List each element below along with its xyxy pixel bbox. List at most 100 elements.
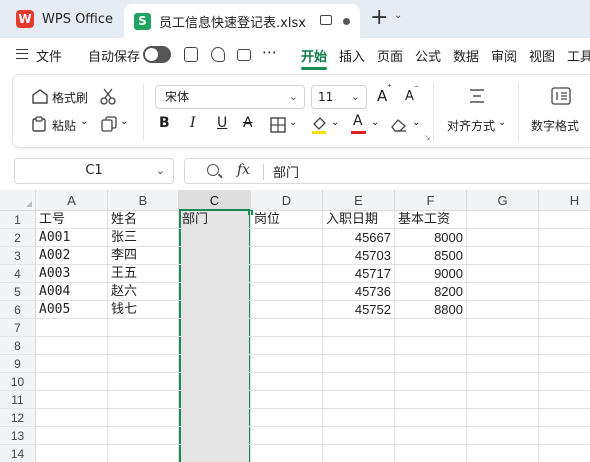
- row-header[interactable]: 14: [0, 445, 36, 462]
- table-cell[interactable]: [539, 319, 590, 337]
- tab-home[interactable]: 开始: [301, 46, 327, 65]
- window-mode-icon[interactable]: [320, 15, 332, 25]
- table-cell[interactable]: [539, 337, 590, 355]
- table-cell[interactable]: A005: [36, 301, 108, 319]
- copy-icon[interactable]: [101, 116, 117, 132]
- font-color-chevron-icon[interactable]: ⌄: [371, 117, 379, 128]
- new-tab-chevron-icon[interactable]: ⌄: [394, 10, 402, 21]
- table-cell[interactable]: [251, 373, 323, 391]
- print-icon[interactable]: [237, 49, 251, 61]
- formula-input[interactable]: fx 部门: [184, 158, 590, 184]
- new-tab-button[interactable]: +: [370, 6, 388, 30]
- row-header[interactable]: 12: [0, 409, 36, 427]
- spreadsheet-grid[interactable]: A B C D E F G H 1 2 3 4 5 6 7 8 9 10 11 12 13 14 工号 姓名…: [0, 190, 590, 462]
- menu-file[interactable]: 文件: [36, 46, 62, 65]
- align-icon[interactable]: [468, 87, 486, 105]
- table-cell[interactable]: [36, 445, 108, 462]
- align-chevron-icon[interactable]: ⌄: [498, 117, 506, 128]
- table-cell[interactable]: [179, 373, 251, 391]
- table-cell[interactable]: 李四: [108, 247, 179, 265]
- column-header-b[interactable]: B: [108, 190, 179, 211]
- number-format-button[interactable]: 数字格式: [531, 117, 579, 134]
- table-cell[interactable]: [539, 445, 590, 462]
- table-cell[interactable]: [467, 229, 539, 247]
- table-cell[interactable]: 8800: [395, 301, 467, 319]
- table-cell[interactable]: [395, 391, 467, 409]
- table-cell[interactable]: [467, 283, 539, 301]
- table-cell[interactable]: [108, 409, 179, 427]
- column-header-h[interactable]: H: [539, 190, 590, 211]
- align-button[interactable]: 对齐方式: [447, 117, 495, 134]
- table-cell[interactable]: 9000: [395, 265, 467, 283]
- table-cell[interactable]: 8000: [395, 229, 467, 247]
- table-cell[interactable]: [467, 391, 539, 409]
- table-cell[interactable]: 王五: [108, 265, 179, 283]
- strikethrough-button[interactable]: A: [243, 115, 253, 131]
- row-header[interactable]: 9: [0, 355, 36, 373]
- table-cell[interactable]: [179, 301, 251, 319]
- row-header[interactable]: 13: [0, 427, 36, 445]
- table-cell[interactable]: [251, 355, 323, 373]
- fill-color-icon[interactable]: [311, 115, 327, 135]
- table-cell[interactable]: [323, 445, 395, 462]
- tab-formula[interactable]: 公式: [415, 46, 441, 65]
- decrease-font-size-button[interactable]: A: [405, 89, 414, 104]
- table-cell[interactable]: 赵六: [108, 283, 179, 301]
- table-cell[interactable]: [179, 265, 251, 283]
- row-header[interactable]: 11: [0, 391, 36, 409]
- row-header[interactable]: 8: [0, 337, 36, 355]
- font-color-button[interactable]: A: [353, 113, 363, 129]
- borders-icon[interactable]: [270, 117, 286, 133]
- header-cell[interactable]: 姓名: [108, 211, 179, 229]
- table-cell[interactable]: [467, 445, 539, 462]
- row-header[interactable]: 6: [0, 301, 36, 319]
- table-cell[interactable]: [395, 445, 467, 462]
- table-cell[interactable]: [108, 355, 179, 373]
- table-cell[interactable]: 45717: [323, 265, 395, 283]
- table-cell[interactable]: [251, 391, 323, 409]
- paste-button[interactable]: 粘贴: [52, 117, 76, 134]
- table-cell[interactable]: [467, 355, 539, 373]
- table-cell[interactable]: [467, 337, 539, 355]
- table-cell[interactable]: [251, 229, 323, 247]
- table-cell[interactable]: [539, 283, 590, 301]
- table-cell[interactable]: [179, 283, 251, 301]
- tab-wps-office[interactable]: W WPS Office: [8, 5, 118, 33]
- underline-button[interactable]: U: [217, 115, 227, 131]
- table-cell[interactable]: [323, 409, 395, 427]
- table-cell[interactable]: [179, 337, 251, 355]
- table-cell[interactable]: [323, 337, 395, 355]
- column-header-f[interactable]: F: [395, 190, 467, 211]
- table-cell[interactable]: 8500: [395, 247, 467, 265]
- table-cell[interactable]: [251, 337, 323, 355]
- table-cell[interactable]: [251, 427, 323, 445]
- clear-format-icon[interactable]: [390, 117, 408, 133]
- tab-data[interactable]: 数据: [453, 46, 479, 65]
- table-cell[interactable]: [539, 301, 590, 319]
- table-cell[interactable]: [467, 373, 539, 391]
- borders-chevron-icon[interactable]: ⌄: [289, 117, 297, 128]
- table-cell[interactable]: [467, 265, 539, 283]
- table-cell[interactable]: [179, 445, 251, 462]
- table-cell[interactable]: A001: [36, 229, 108, 247]
- row-header[interactable]: 10: [0, 373, 36, 391]
- table-cell[interactable]: 45736: [323, 283, 395, 301]
- hamburger-menu-icon[interactable]: [16, 49, 28, 59]
- table-cell[interactable]: [179, 319, 251, 337]
- table-cell[interactable]: [395, 409, 467, 427]
- table-cell[interactable]: [108, 337, 179, 355]
- column-header-c[interactable]: C: [179, 190, 251, 211]
- table-cell[interactable]: [251, 319, 323, 337]
- table-cell[interactable]: [539, 247, 590, 265]
- column-header-a[interactable]: A: [36, 190, 108, 211]
- table-cell[interactable]: 8200: [395, 283, 467, 301]
- table-cell[interactable]: [108, 445, 179, 462]
- share-icon[interactable]: [211, 47, 225, 62]
- table-cell[interactable]: [251, 445, 323, 462]
- table-cell[interactable]: [36, 427, 108, 445]
- table-cell[interactable]: [467, 427, 539, 445]
- row-header[interactable]: 5: [0, 283, 36, 301]
- table-cell[interactable]: [539, 355, 590, 373]
- tab-review[interactable]: 审阅: [491, 46, 517, 65]
- table-cell[interactable]: [36, 337, 108, 355]
